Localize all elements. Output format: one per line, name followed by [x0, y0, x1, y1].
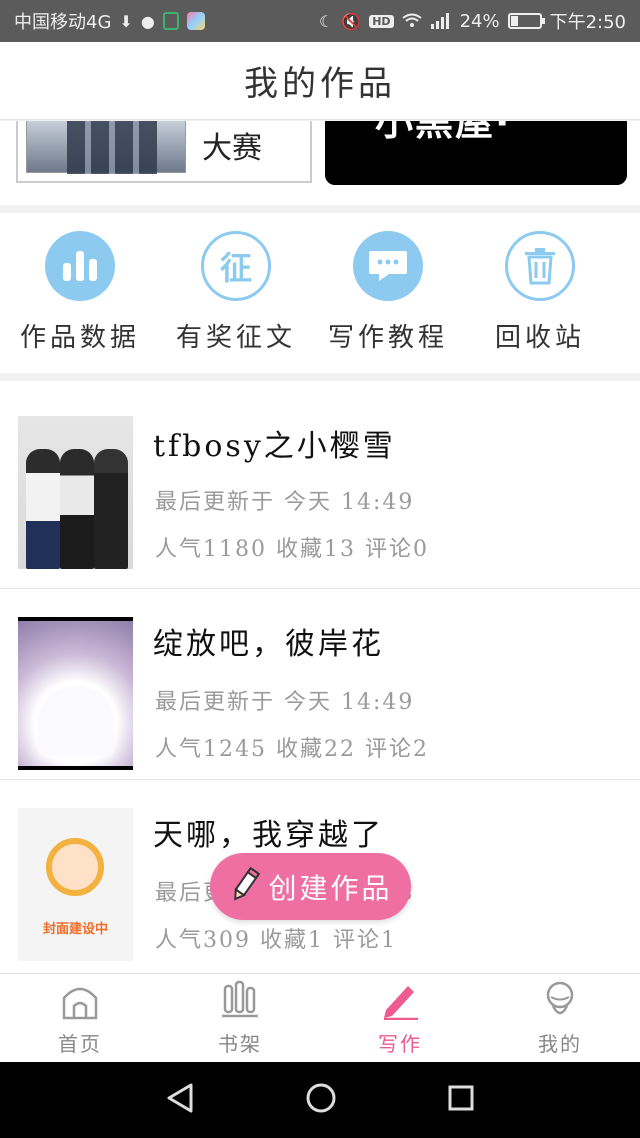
battery-icon — [507, 13, 545, 29]
work-cover-placeholder: 封面建设中 — [18, 808, 133, 961]
tool-grid: 作品数据 征 有奖征文 写作教程 回收站 — [0, 213, 640, 373]
signal-icon — [430, 12, 452, 30]
back-icon[interactable] — [165, 1082, 195, 1118]
battery-percent: 24% — [459, 10, 500, 32]
banner-contest-text: 大赛 — [202, 131, 262, 166]
page-title: 我的作品 — [244, 64, 396, 104]
tool-tutorial-label: 写作教程 — [327, 323, 448, 353]
banner-carousel[interactable]: 大赛 小黑屋· — [0, 121, 640, 205]
home-icon — [60, 980, 100, 1024]
profile-icon — [540, 980, 580, 1024]
tool-contest-label: 有奖征文 — [175, 323, 296, 353]
work-title: 天哪，我穿越了 — [153, 818, 384, 853]
zheng-icon: 征 — [201, 231, 271, 301]
tab-mine[interactable]: 我的 — [480, 974, 640, 1062]
work-title: 绽放吧，彼岸花 — [153, 627, 384, 662]
bar-chart-icon — [45, 231, 115, 301]
app-notification-icon — [186, 12, 205, 30]
cover-placeholder-text: 封面建设中 — [42, 922, 108, 937]
work-cover-image — [18, 416, 133, 569]
moon-icon: ☾ — [318, 11, 334, 31]
tab-home-label: 首页 — [58, 1031, 102, 1056]
tool-recycle-bin-label: 回收站 — [494, 323, 585, 353]
tab-bookshelf[interactable]: 书架 — [160, 974, 320, 1062]
banner-black[interactable]: 小黑屋· — [325, 121, 627, 185]
tool-contest[interactable]: 征 有奖征文 — [160, 213, 312, 373]
mute-icon: 🔇 — [341, 11, 362, 31]
tab-write-label: 写作 — [378, 1031, 422, 1056]
banner-photo — [26, 121, 186, 174]
title-bar: 我的作品 — [0, 42, 640, 120]
work-title: tfbosy之小樱雪 — [153, 429, 396, 464]
list-item[interactable]: tfbosy之小樱雪 最后更新于 今天 14:49 人气1180 收藏13 评论… — [0, 381, 640, 589]
list-item[interactable]: 绽放吧，彼岸花 最后更新于 今天 14:49 人气1245 收藏22 评论2 — [0, 589, 640, 780]
tool-work-data[interactable]: 作品数据 — [0, 213, 160, 373]
anime-avatar-icon — [46, 838, 104, 896]
hd-badge: HD — [369, 14, 394, 28]
create-work-button[interactable]: 创建作品 — [210, 853, 411, 920]
work-stats: 人气1245 收藏22 评论2 — [155, 737, 429, 762]
tab-write[interactable]: 写作 — [320, 974, 480, 1062]
create-work-label: 创建作品 — [268, 871, 393, 905]
work-stats: 人气309 收藏1 评论1 — [155, 928, 397, 953]
pencil-icon — [228, 866, 262, 908]
message-icon: ● — [140, 11, 155, 31]
recents-icon[interactable] — [447, 1084, 475, 1116]
tab-home[interactable]: 首页 — [0, 974, 160, 1062]
work-stats: 人气1180 收藏13 评论0 — [155, 537, 429, 562]
home-button-icon[interactable] — [305, 1082, 337, 1118]
banner-contest[interactable]: 大赛 — [16, 121, 312, 183]
wifi-icon — [401, 13, 422, 29]
pencil-icon — [380, 980, 420, 1024]
work-cover-image — [18, 617, 133, 770]
bottom-nav: 首页 书架 写作 我的 — [0, 973, 640, 1062]
system-nav-bar — [0, 1062, 640, 1138]
chat-bubble-icon — [353, 231, 423, 301]
trash-icon — [505, 231, 575, 301]
tool-tutorial[interactable]: 写作教程 — [312, 213, 464, 373]
tab-bookshelf-label: 书架 — [218, 1031, 262, 1056]
work-updated: 最后更新于 今天 14:49 — [155, 490, 415, 515]
bookshelf-icon — [220, 980, 260, 1024]
carrier-label: 中国移动4G — [14, 12, 112, 33]
status-bar: 中国移动4G ⬇ ● ☾ 🔇 HD 24% 下午2:50 — [0, 0, 640, 42]
download-icon: ⬇ — [119, 11, 133, 31]
banner-black-text: 小黑屋· — [375, 121, 512, 144]
work-updated: 最后更新于 今天 14:49 — [155, 690, 415, 715]
clock: 下午2:50 — [549, 12, 626, 33]
tool-recycle-bin[interactable]: 回收站 — [464, 213, 616, 373]
tool-work-data-label: 作品数据 — [19, 323, 140, 353]
tab-mine-label: 我的 — [538, 1031, 582, 1056]
lock-icon — [162, 12, 179, 30]
